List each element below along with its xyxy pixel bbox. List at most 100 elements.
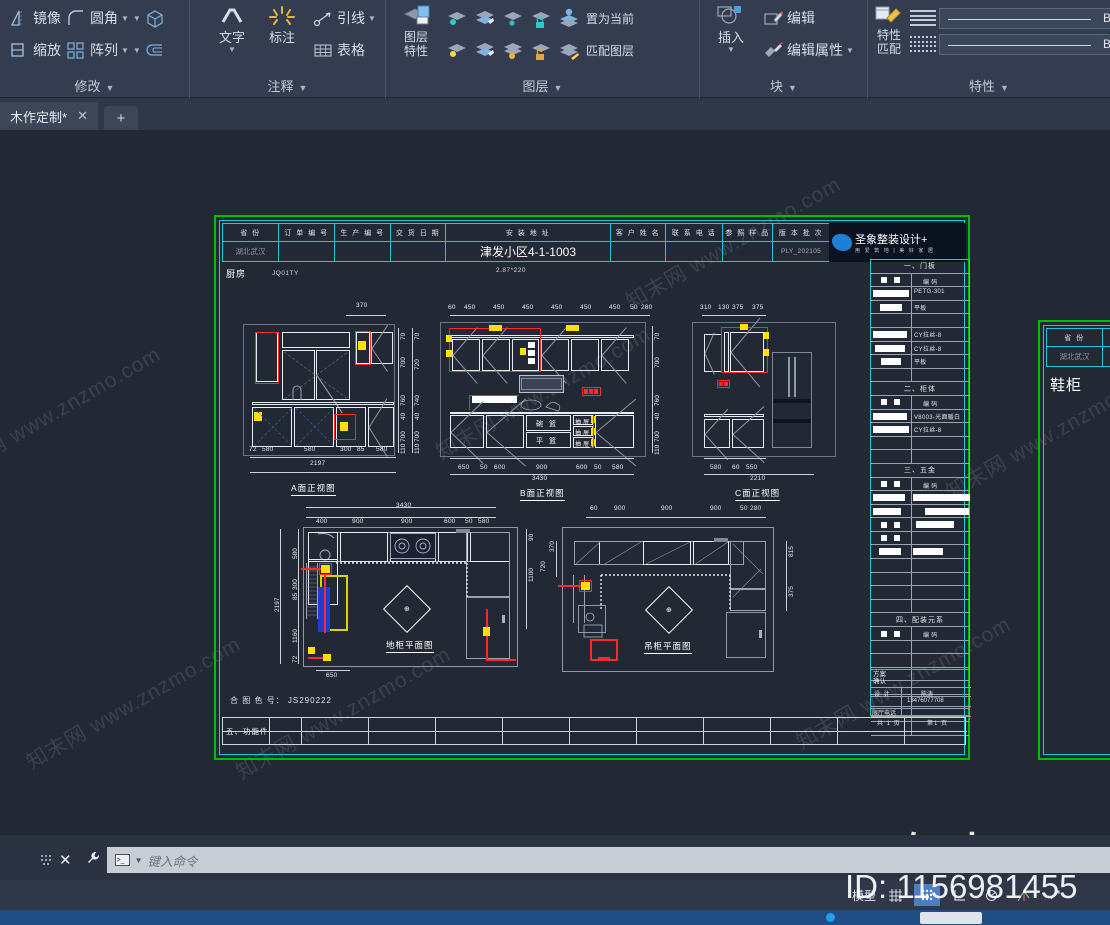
scale-button[interactable]: 缩放 bbox=[6, 34, 63, 66]
lineweight-icon bbox=[910, 9, 936, 27]
elev-c-td-3: 375 bbox=[752, 304, 764, 311]
plan1-rd-0: 90 bbox=[528, 533, 535, 541]
elevation-b: 60 450 450 450 450 450 450 50 280 碗 篮 平 … bbox=[436, 302, 666, 501]
material-row bbox=[871, 504, 969, 519]
elev-a-bd-2: 580 bbox=[304, 446, 316, 453]
layer-isolate-icon[interactable] bbox=[474, 7, 496, 29]
chamfer-dropdown-caret[interactable]: ▼ bbox=[133, 46, 141, 55]
panel-title-annotation[interactable]: 注释 ▼ bbox=[194, 76, 381, 98]
insert-block-button[interactable]: 插入 ▼ bbox=[708, 2, 754, 54]
materials-header-accessories: 编 码 bbox=[871, 627, 969, 641]
plan1-right-total: 720 bbox=[540, 561, 547, 572]
layer-set-current-icon[interactable] bbox=[558, 7, 580, 29]
td-delivery bbox=[391, 242, 446, 261]
mirror-icon bbox=[8, 7, 30, 29]
color-value: ByLayer bbox=[1102, 11, 1110, 25]
taskbar-indicator-icon bbox=[826, 913, 835, 922]
new-tab-button[interactable]: + bbox=[103, 106, 138, 130]
material-row: 平板 bbox=[871, 355, 969, 369]
leader-label: 引线 bbox=[337, 10, 365, 26]
wrench-icon[interactable] bbox=[79, 850, 107, 870]
array-dropdown-caret[interactable]: ▼ bbox=[121, 46, 129, 55]
scale-label: 缩放 bbox=[33, 42, 61, 58]
td-customer bbox=[611, 242, 666, 261]
set-current-label[interactable]: 置为当前 bbox=[586, 10, 634, 27]
chamfer-button[interactable]: ▼ bbox=[131, 34, 168, 66]
table-button[interactable]: 表格 bbox=[310, 34, 378, 66]
layer-match-icon[interactable] bbox=[558, 39, 580, 61]
materials-table: 一、门板 编 码 PETG-301 平板 CY拉丝-8 CY拉丝-8 平板 二、… bbox=[870, 259, 970, 736]
tab-muzuodingzhi[interactable]: 木作定制* ✕ bbox=[0, 102, 98, 130]
close-icon[interactable]: ✕ bbox=[77, 108, 88, 124]
plan2-rd-0: 815 bbox=[788, 546, 795, 557]
layer-properties-button[interactable]: 图层 特性 bbox=[392, 2, 440, 58]
edit-attribute-label: 编辑属性 bbox=[787, 42, 843, 58]
3dbox-dropdown-caret[interactable]: ▼ bbox=[133, 14, 141, 23]
sheet2-header-row: 省 份 订 单 bbox=[1046, 328, 1110, 347]
taskbar-button[interactable] bbox=[920, 912, 982, 924]
3dbox-button[interactable]: ▼ bbox=[131, 2, 168, 34]
command-prompt-icon: >_ bbox=[114, 854, 130, 866]
leader-dropdown-caret[interactable]: ▼ bbox=[368, 14, 376, 23]
material-row bbox=[871, 654, 969, 668]
block-editor-button[interactable]: 编辑 bbox=[760, 2, 856, 34]
panel-title-layers[interactable]: 图层 ▼ bbox=[390, 76, 695, 98]
fillet-button[interactable]: 圆角 ▼ bbox=[63, 2, 131, 34]
store-phone-label: 限厅电话 bbox=[872, 711, 897, 717]
match-properties-button[interactable]: 特性 匹配 bbox=[874, 2, 904, 56]
mirror-button[interactable]: 镜像 bbox=[6, 2, 63, 34]
scale-icon bbox=[8, 39, 30, 61]
b-door-label-3: 抽 屉 bbox=[575, 431, 590, 437]
panel-title-modify[interactable]: 修改 ▼ bbox=[4, 76, 185, 98]
leader-button[interactable]: 引线 ▼ bbox=[310, 2, 378, 34]
edit-attr-dropdown-caret[interactable]: ▼ bbox=[846, 46, 854, 55]
materials-heading-carcass: 二、柜体 bbox=[871, 382, 969, 396]
drawing-canvas[interactable]: 知末网 www.znzmo.com 知末网 www.znzmo.com 知末网 … bbox=[0, 130, 1110, 835]
layer-unlock-icon[interactable] bbox=[530, 39, 552, 61]
linetype-line-preview bbox=[948, 44, 1091, 46]
room-label: 厨房 bbox=[226, 269, 247, 279]
edit-attribute-button[interactable]: 编辑属性 ▼ bbox=[760, 34, 856, 66]
mirror-label: 镜像 bbox=[33, 10, 61, 26]
panel-expand-caret[interactable]: ▼ bbox=[106, 83, 115, 93]
b-door-label-4: 抽 屉 bbox=[575, 442, 590, 448]
match-layer-label[interactable]: 匹配图层 bbox=[586, 42, 634, 59]
elev-a-rd-2: 760 bbox=[400, 395, 407, 406]
panel-title-block[interactable]: 块 ▼ bbox=[704, 76, 863, 98]
table-icon bbox=[312, 39, 334, 61]
table-label: 表格 bbox=[337, 42, 365, 58]
layer-lock-icon[interactable] bbox=[530, 7, 552, 29]
elev-a-rd-1: 700 bbox=[400, 357, 407, 368]
b-door-label-0: 碗 篮 bbox=[536, 421, 558, 428]
close-icon[interactable]: ✕ bbox=[52, 851, 79, 869]
layer-on-icon[interactable] bbox=[446, 39, 468, 61]
layer-unisolate-icon[interactable] bbox=[474, 39, 496, 61]
panel-expand-caret-3[interactable]: ▼ bbox=[554, 83, 563, 93]
layer-off-icon[interactable] bbox=[446, 7, 468, 29]
chevron-down-icon[interactable]: ▼ bbox=[135, 856, 143, 865]
fillet-dropdown-caret[interactable]: ▼ bbox=[121, 14, 129, 23]
linetype-combo[interactable]: ByLayer bbox=[939, 33, 1110, 55]
logo-mark-icon bbox=[832, 234, 852, 251]
panel-expand-caret-5[interactable]: ▼ bbox=[1000, 83, 1009, 93]
drawing-sheet-2: 省 份 订 单 湖北武汉 鞋柜 bbox=[1038, 320, 1110, 760]
command-drag-handle[interactable] bbox=[40, 850, 52, 870]
material-row bbox=[871, 314, 969, 328]
panel-title-properties[interactable]: 特性 ▼ bbox=[872, 76, 1106, 98]
insert-dropdown-caret[interactable]: ▼ bbox=[727, 45, 735, 54]
elev-b-rd-3: 40 bbox=[654, 412, 661, 420]
layer-thaw-icon[interactable] bbox=[502, 39, 524, 61]
block-editor-label: 编辑 bbox=[787, 10, 815, 26]
layer-freeze-icon[interactable] bbox=[502, 7, 524, 29]
array-button[interactable]: 阵列 ▼ bbox=[63, 34, 131, 66]
plan-base-cabinets: 3430 400 900 900 600 50 580 580 300 85 1… bbox=[268, 497, 548, 687]
plan-wall-cabinets: 60 900 900 900 50 280 370 815 375 ⊕ 吊柜平面… bbox=[548, 497, 828, 687]
panel-expand-caret-4[interactable]: ▼ bbox=[788, 83, 797, 93]
panel-expand-caret-2[interactable]: ▼ bbox=[299, 83, 308, 93]
text-button[interactable]: 文字 ▼ bbox=[210, 2, 254, 54]
color-combo[interactable]: ByLayer bbox=[939, 7, 1110, 29]
text-dropdown-caret[interactable]: ▼ bbox=[228, 45, 236, 54]
plan1-side-dim: 650 bbox=[326, 672, 338, 679]
elev-b-total: 3430 bbox=[532, 475, 548, 482]
dimension-button[interactable]: 标注 bbox=[260, 2, 304, 45]
